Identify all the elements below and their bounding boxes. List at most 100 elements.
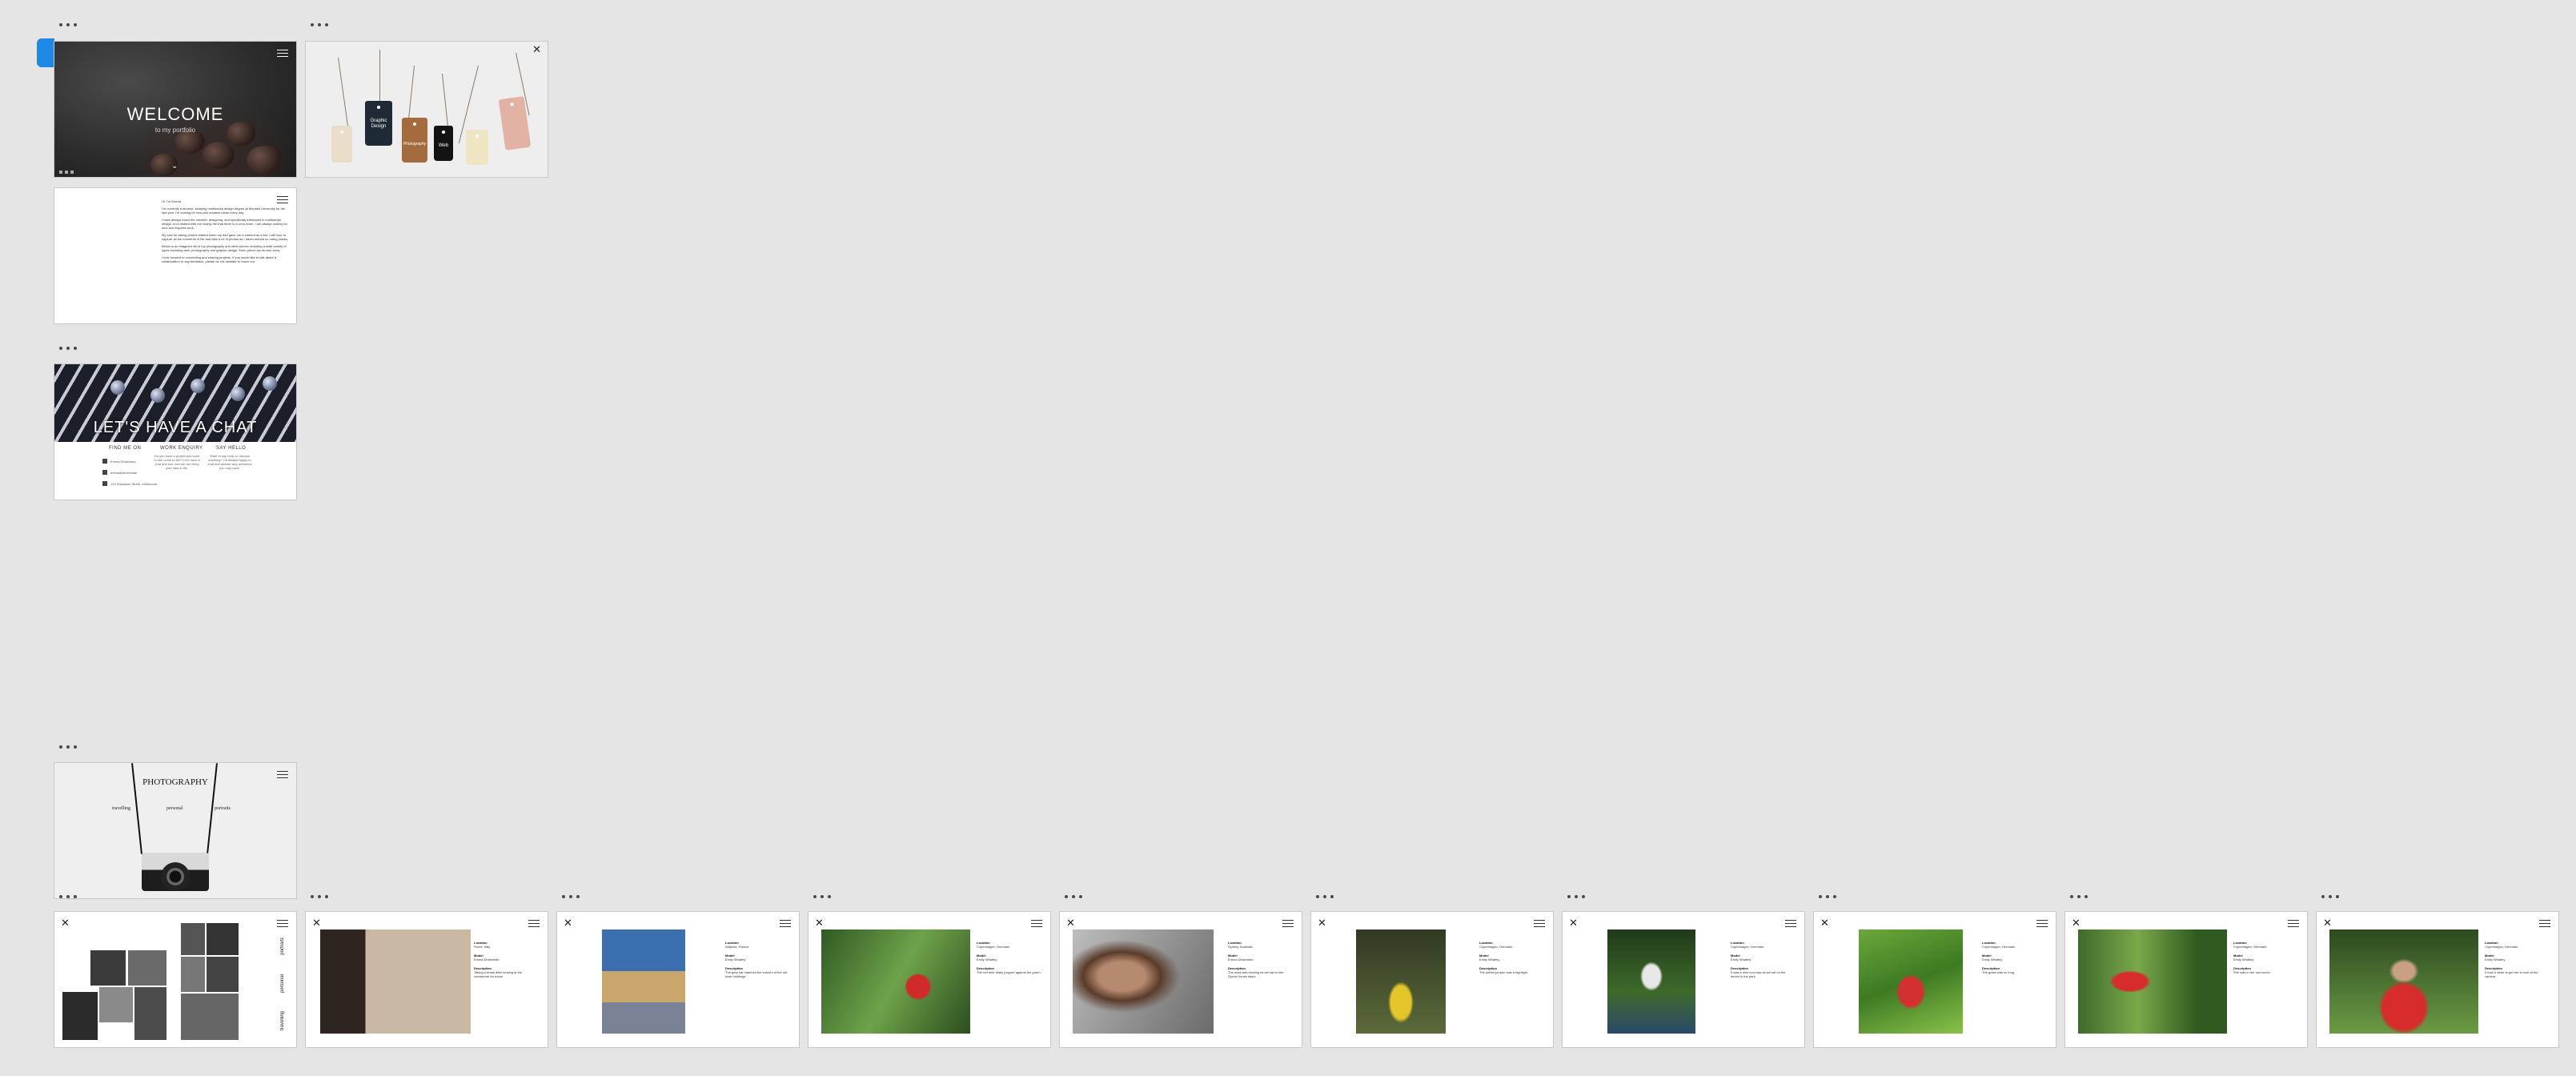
frame-options-button[interactable] (1316, 893, 1334, 901)
frame-options-button[interactable] (1567, 893, 1585, 901)
collage-photo[interactable] (181, 957, 205, 992)
menu-icon[interactable] (2036, 920, 2048, 927)
detail-slide[interactable]: ✕ Location Copenhagen, Denmark Model Emily… (808, 911, 1051, 1048)
tags-frame[interactable]: ✕ Graphic Design Photography Web (305, 41, 548, 178)
frame-options-button[interactable] (813, 893, 831, 901)
detail-slide[interactable]: ✕ Location Copenhagen, Denmark Model Emily… (1813, 911, 2056, 1048)
location-value: Copenhagen, Denmark (1731, 945, 1764, 949)
work-enquiry-text: Do you have a project you want to see co… (154, 454, 200, 470)
contact-name[interactable]: Emma Dinkelman (102, 459, 136, 464)
frame-options-button[interactable] (59, 893, 77, 901)
close-icon[interactable]: ✕ (61, 918, 70, 929)
welcome-frame[interactable]: WELCOME to my portfolio ⌄ (54, 41, 297, 178)
camera-lens (161, 862, 190, 891)
model-value: Emily Whatley (977, 958, 997, 962)
frame-options-button[interactable] (59, 743, 77, 751)
frame-options-button[interactable] (59, 21, 77, 29)
close-icon[interactable]: ✕ (1318, 918, 1326, 929)
detail-slide[interactable]: ✕ Location Alajuela, Poland Model Emily Wh… (556, 911, 800, 1048)
model-value: Emily Whatley (2233, 958, 2254, 962)
menu-icon[interactable] (1534, 920, 1545, 927)
detail-photo (2329, 929, 2478, 1034)
detail-slide[interactable]: ✕ Location Copenhagen, Denmark Model Emily… (2316, 911, 2559, 1048)
menu-icon[interactable] (2539, 920, 2550, 927)
collage-photo[interactable] (90, 950, 126, 986)
tag-label: Graphic Design (370, 118, 387, 129)
portraits-label[interactable]: portraits (280, 937, 285, 955)
social-icon[interactable] (59, 171, 62, 174)
mixer-knob-image (263, 376, 277, 391)
menu-icon[interactable] (1282, 920, 1294, 927)
contact-frame[interactable]: LET'S HAVE A CHAT FIND ME ON Emma Dinkel… (54, 363, 297, 500)
chevron-down-icon[interactable]: ⌄ (171, 162, 178, 171)
detail-slide[interactable]: ✕ Location Copenhagen, Denmark Model Emily… (2064, 911, 2308, 1048)
close-icon[interactable]: ✕ (312, 918, 321, 929)
frame-options-button[interactable] (59, 344, 77, 352)
close-icon[interactable]: ✕ (1066, 918, 1075, 929)
collage-photo[interactable] (207, 957, 239, 992)
contact-handle[interactable]: emma@dinkelman (102, 470, 137, 475)
collage-photo[interactable] (99, 987, 133, 1022)
welcome-title: WELCOME (126, 104, 224, 124)
menu-icon[interactable] (1031, 920, 1042, 927)
about-frame[interactable]: Hi, I'm Emma I'm currently a student, st… (54, 187, 297, 324)
detail-slide[interactable]: ✕ Location Copenhagen, Denmark Model Emily… (1310, 911, 1554, 1048)
frame-options-button[interactable] (311, 21, 328, 29)
collage-photo[interactable] (181, 994, 239, 1040)
close-icon[interactable]: ✕ (1569, 918, 1578, 929)
detail-meta: Location Copenhagen, Denmark Model Emily W… (1982, 941, 2046, 974)
close-icon[interactable]: ✕ (815, 918, 824, 929)
location-icon (102, 481, 107, 486)
location-value: Alajuela, Poland (725, 945, 748, 949)
model-value: Emily Whatley (1479, 958, 1500, 962)
mixer-knob-image (150, 388, 165, 403)
frame-options-button[interactable] (2321, 893, 2339, 901)
menu-icon[interactable] (780, 920, 791, 927)
close-icon[interactable]: ✕ (2323, 918, 2332, 929)
menu-icon[interactable] (2288, 920, 2299, 927)
frame-options-button[interactable] (2070, 893, 2088, 901)
close-icon[interactable]: ✕ (532, 45, 541, 55)
frame-options-button[interactable] (562, 893, 580, 901)
frame-options-button[interactable] (1065, 893, 1082, 901)
travelling-link[interactable]: travelling (112, 806, 130, 811)
social-icon[interactable] (65, 171, 68, 174)
description-value: Taking a break after looking at the colo… (474, 970, 523, 978)
detail-slide[interactable]: ✕ Location Copenhagen, Denmark Model Emily… (1562, 911, 1805, 1048)
social-icon[interactable] (70, 171, 74, 174)
model-value: Emily Whatley (725, 958, 746, 962)
menu-icon[interactable] (528, 920, 540, 927)
detail-slide[interactable]: ✕ Location Sydney, Australia Model Emma Di… (1059, 911, 1302, 1048)
close-icon[interactable]: ✕ (564, 918, 572, 929)
collage-photo[interactable] (181, 923, 205, 955)
tag-blank (466, 130, 488, 165)
tag-graphic-design: Graphic Design (365, 101, 392, 146)
travelling-label[interactable]: travelling (280, 1011, 285, 1030)
collage-photo[interactable] (207, 923, 239, 955)
facebook-icon (102, 470, 107, 475)
collage-photo[interactable] (134, 987, 167, 1040)
detail-photo (602, 929, 685, 1034)
location-value: Copenhagen, Denmark (2485, 945, 2518, 949)
frame-options-button[interactable] (1819, 893, 1836, 901)
collage-frame[interactable]: ✕ portraits personal travelling (54, 911, 297, 1048)
close-icon[interactable]: ✕ (1820, 918, 1829, 929)
collage-photo[interactable] (62, 992, 98, 1040)
collage-photo[interactable] (128, 950, 167, 986)
menu-icon[interactable] (1785, 920, 1796, 927)
detail-meta: Location Copenhagen, Denmark Model Emily W… (1731, 941, 1795, 978)
menu-icon[interactable] (277, 920, 288, 927)
personal-label[interactable]: personal (280, 974, 285, 993)
contact-address[interactable]: 123 Swanston Street, Melbourne (102, 481, 157, 486)
frame-options-button[interactable] (311, 893, 328, 901)
detail-slide[interactable]: ✕ Location Rome, Italy Model Emma Dinkelma… (305, 911, 548, 1048)
menu-icon[interactable] (277, 50, 288, 57)
close-icon[interactable]: ✕ (2072, 918, 2080, 929)
say-hello-heading: SAY HELLO (216, 446, 247, 451)
detail-meta: Location Copenhagen, Denmark Model Emily W… (1479, 941, 1543, 974)
personal-link[interactable]: personal (167, 806, 183, 811)
photography-frame[interactable]: PHOTOGRAPHY travelling personal portrait… (54, 762, 297, 899)
portraits-link[interactable]: portraits (215, 806, 231, 811)
mixer-knob-image (231, 387, 245, 401)
detail-meta: Location Copenhagen, Denmark Model Emily W… (977, 941, 1041, 974)
